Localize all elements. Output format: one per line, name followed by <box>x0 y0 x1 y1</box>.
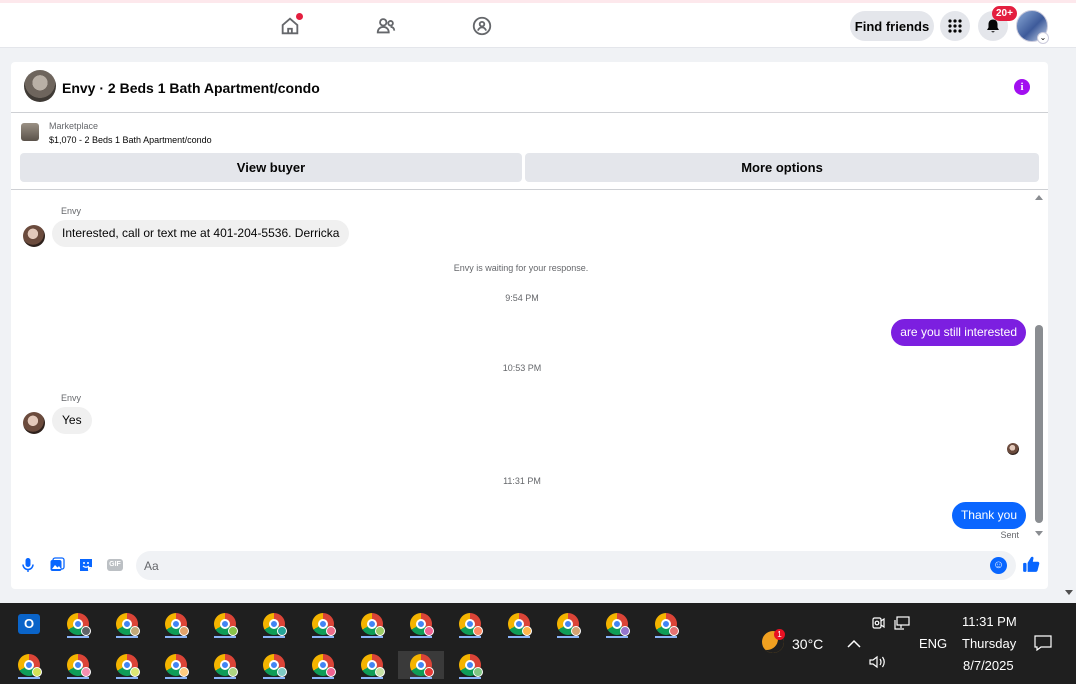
chrome-icon[interactable] <box>63 651 93 679</box>
chrome-icon[interactable] <box>112 610 142 638</box>
timestamp: 10:53 PM <box>502 363 542 373</box>
chrome-icon[interactable] <box>259 651 289 679</box>
chrome-icon[interactable] <box>553 610 583 638</box>
sender-name: Envy <box>61 393 82 403</box>
seen-indicator-avatar <box>1007 443 1019 455</box>
chrome-icon[interactable] <box>161 651 191 679</box>
find-friends-button[interactable]: Find friends <box>850 11 934 41</box>
scroll-down-arrow[interactable] <box>1035 531 1043 536</box>
info-icon[interactable]: i <box>1014 79 1030 95</box>
language-indicator[interactable]: ENG <box>919 636 947 651</box>
chrome-icon[interactable] <box>504 610 534 638</box>
chrome-icon[interactable] <box>357 610 387 638</box>
chat-header: Envy · 2 Beds 1 Bath Apartment/condo i <box>11 62 1048 113</box>
chat-title[interactable]: Envy · 2 Beds 1 Bath Apartment/condo <box>62 80 320 96</box>
notification-dot <box>296 13 303 20</box>
chrome-icon[interactable] <box>210 651 240 679</box>
photo-icon[interactable] <box>49 557 65 573</box>
chrome-icon[interactable] <box>161 610 191 638</box>
outlook-letter: O <box>18 614 40 634</box>
scrollbar-thumb[interactable] <box>1035 325 1043 523</box>
gif-icon[interactable]: GIF <box>106 557 124 573</box>
message-input[interactable] <box>144 551 974 580</box>
clock-date[interactable]: 8/7/2025 <box>963 658 1014 673</box>
listing-thumbnail[interactable] <box>24 70 56 102</box>
incoming-message[interactable]: Yes <box>52 407 92 434</box>
chevron-down-icon[interactable]: ⌄ <box>1037 32 1049 44</box>
grid-menu-icon[interactable] <box>940 11 970 41</box>
chrome-icon[interactable] <box>14 651 44 679</box>
chrome-icon[interactable] <box>455 610 485 638</box>
scroll-up-arrow[interactable] <box>1035 195 1043 200</box>
chrome-icon[interactable] <box>651 610 681 638</box>
temperature[interactable]: 30°C <box>792 636 823 652</box>
friends-icon[interactable] <box>373 13 399 39</box>
outgoing-message[interactable]: are you still interested <box>891 319 1026 346</box>
chrome-icon[interactable] <box>308 610 338 638</box>
chrome-icon[interactable] <box>406 610 436 638</box>
avatar[interactable] <box>23 412 45 434</box>
groups-icon[interactable] <box>469 13 495 39</box>
chrome-icon[interactable] <box>308 651 338 679</box>
chrome-icon[interactable] <box>602 610 632 638</box>
chrome-icon[interactable] <box>259 610 289 638</box>
sender-name: Envy <box>61 206 82 216</box>
page-scroll-down-arrow[interactable] <box>1065 590 1073 595</box>
meet-now-icon[interactable] <box>870 615 886 631</box>
clock-time[interactable]: 11:31 PM <box>962 614 1017 629</box>
marketplace-label: Marketplace <box>49 121 99 131</box>
chrome-icon[interactable] <box>63 610 93 638</box>
listing-small-thumbnail[interactable] <box>21 123 39 141</box>
message-list: Envy Interested, call or text me at 401-… <box>11 192 1048 542</box>
gif-label: GIF <box>107 559 123 571</box>
weather-alert-badge: 1 <box>774 629 785 640</box>
clock-day[interactable]: Thursday <box>962 636 1016 651</box>
outgoing-message[interactable]: Thank you <box>951 502 1026 529</box>
marketplace-panel: Marketplace $1,070 - 2 Beds 1 Bath Apart… <box>11 113 1048 190</box>
message-status: Sent <box>1000 530 1019 540</box>
thumbs-up-icon[interactable] <box>1022 555 1040 573</box>
timestamp: 9:54 PM <box>505 293 539 303</box>
waiting-note: Envy is waiting for your response. <box>453 263 589 273</box>
view-buyer-button[interactable]: View buyer <box>20 153 522 182</box>
more-options-button[interactable]: More options <box>525 153 1039 182</box>
notification-count-badge: 20+ <box>992 6 1017 21</box>
chrome-icon[interactable] <box>210 610 240 638</box>
sticker-icon[interactable] <box>78 557 94 573</box>
bell-icon[interactable]: 20+ <box>978 6 1017 41</box>
chat-scrollbar[interactable] <box>1034 195 1045 540</box>
speaker-icon[interactable] <box>869 654 887 670</box>
listing-price-title[interactable]: $1,070 - 2 Beds 1 Bath Apartment/condo <box>49 135 212 145</box>
network-icon[interactable] <box>893 615 911 631</box>
emoji-icon[interactable]: ☺ <box>990 557 1007 574</box>
windows-taskbar: O 1 30°C ENG 11:31 PM Thursday 8/7/2025 <box>0 603 1076 684</box>
chrome-icon[interactable] <box>455 651 485 679</box>
chevron-up-icon[interactable] <box>846 637 862 651</box>
chat-card: Envy · 2 Beds 1 Bath Apartment/condo i M… <box>11 62 1048 589</box>
avatar[interactable] <box>23 225 45 247</box>
message-input-wrapper: ☺ <box>136 551 1016 580</box>
chrome-icon[interactable] <box>398 651 444 679</box>
microphone-icon[interactable] <box>20 557 36 573</box>
outlook-icon[interactable]: O <box>14 610 44 638</box>
chrome-icon[interactable] <box>112 651 142 679</box>
timestamp: 11:31 PM <box>503 476 541 486</box>
top-navigation-bar: Find friends 20+ ⌄ <box>0 3 1076 48</box>
home-icon[interactable] <box>277 13 303 39</box>
notification-center-icon[interactable] <box>1033 634 1053 652</box>
message-composer: GIF ☺ <box>11 548 1048 584</box>
chrome-icon[interactable] <box>357 651 387 679</box>
incoming-message[interactable]: Interested, call or text me at 401-204-5… <box>52 220 350 247</box>
